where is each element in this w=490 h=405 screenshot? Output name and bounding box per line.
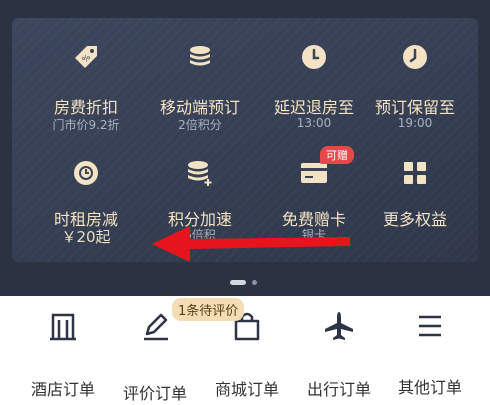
- giftable-badge: 可赠: [320, 146, 354, 164]
- benefit-title: 房费折扣: [53, 98, 118, 117]
- pen-icon: [139, 310, 171, 342]
- order-label: 评价订单: [122, 384, 187, 403]
- benefit-subtitle: 门市价9.2折: [52, 118, 120, 132]
- benefit-title: 移动端预订: [159, 98, 240, 117]
- benefit-hourly-room[interactable]: 时租房减 ￥20起: [28, 158, 144, 248]
- timer-icon: [71, 158, 101, 188]
- benefit-more[interactable]: 更多权益: [357, 158, 473, 248]
- coins-plus-icon: [185, 158, 215, 188]
- discount-tag-icon: %: [71, 42, 101, 72]
- coins-icon: [185, 42, 215, 72]
- clock-icon: [299, 42, 329, 72]
- benefit-subtitle: 13:00: [296, 116, 332, 130]
- benefit-subtitle: ￥20起: [61, 228, 111, 246]
- airplane-icon: [323, 310, 355, 342]
- order-label: 出行订单: [306, 380, 371, 399]
- clock-icon: [400, 42, 430, 72]
- orders-section: 酒店订单 评价订单 商城订单 出行订单 其他订单: [0, 296, 490, 405]
- pending-review-badge: 1条待评价: [172, 298, 245, 321]
- order-label: 商城订单: [214, 380, 279, 399]
- grid-icon: [400, 158, 430, 188]
- benefit-subtitle: 19:00: [397, 116, 433, 130]
- benefit-title: 延迟退房至: [273, 98, 354, 117]
- swipe-left-arrow-icon: [152, 226, 350, 262]
- carousel-dot: [252, 280, 257, 285]
- benefit-room-discount[interactable]: % 房费折扣 门市价9.2折: [28, 42, 144, 132]
- list-icon: [414, 310, 446, 342]
- benefit-title: 更多权益: [382, 210, 447, 229]
- hotel-icon: [47, 310, 79, 342]
- benefit-late-checkout[interactable]: 延迟退房至 13:00: [256, 42, 372, 132]
- benefit-subtitle: 2倍积分: [178, 118, 222, 132]
- carousel-dot-active: [230, 280, 246, 285]
- benefit-title: 预订保留至: [374, 98, 455, 117]
- order-label: 酒店订单: [30, 380, 95, 399]
- benefit-mobile-booking[interactable]: 移动端预订 2倍积分: [142, 42, 258, 132]
- benefit-booking-hold[interactable]: 预订保留至 19:00: [357, 42, 473, 132]
- order-label: 其他订单: [397, 378, 462, 397]
